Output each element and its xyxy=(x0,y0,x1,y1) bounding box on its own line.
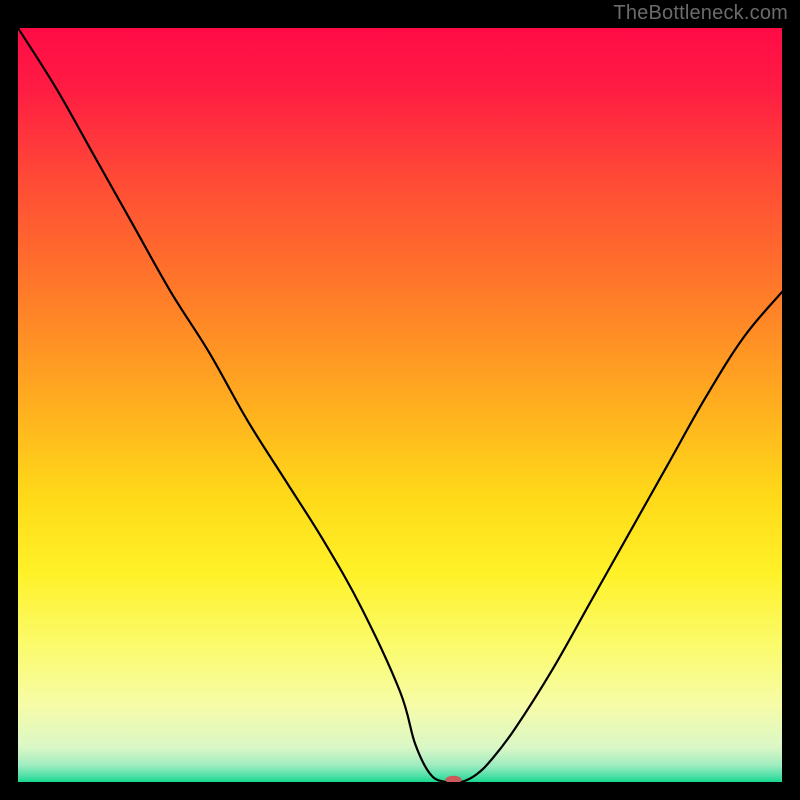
attribution-label: TheBottleneck.com xyxy=(613,2,788,25)
gradient-background xyxy=(18,28,782,782)
chart-svg xyxy=(18,28,782,782)
plot-area xyxy=(18,28,782,782)
chart-frame: TheBottleneck.com xyxy=(0,0,800,800)
